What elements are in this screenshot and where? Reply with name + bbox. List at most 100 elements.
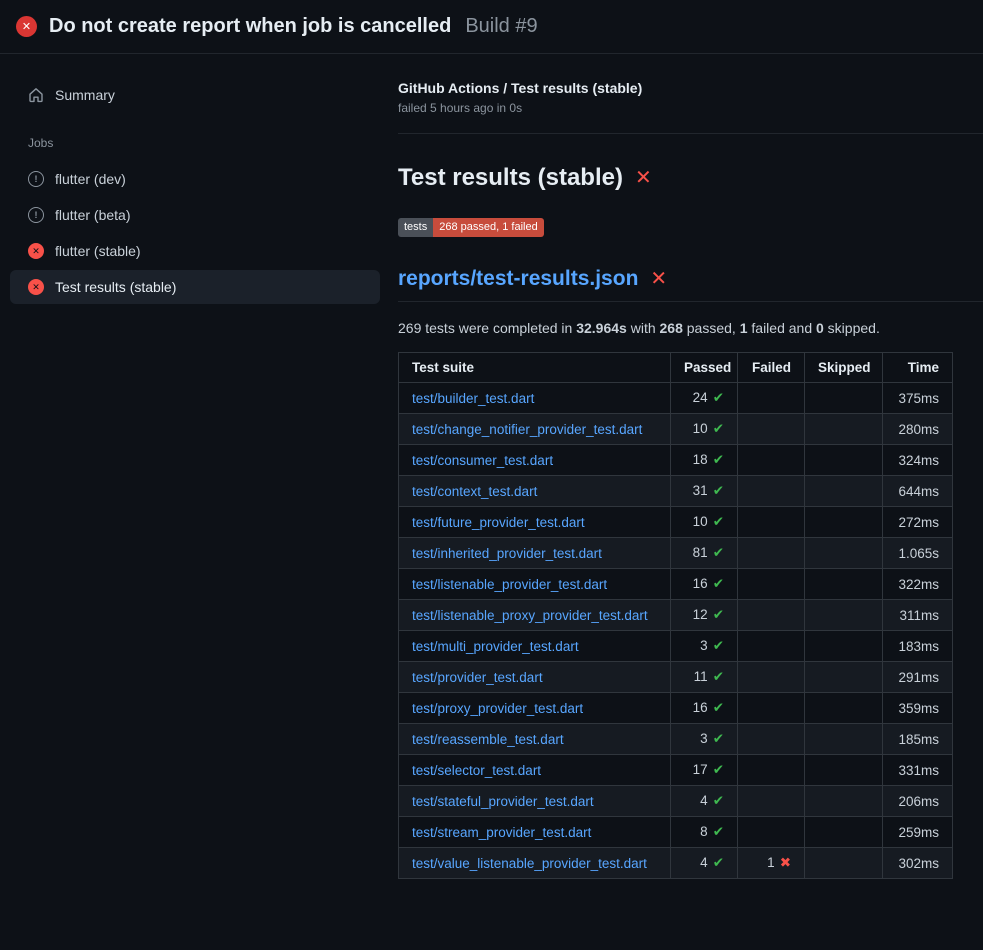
passed-cell-value: 8 [700,824,708,839]
time-cell: 259ms [883,817,953,848]
test-suite-link[interactable]: test/value_listenable_provider_test.dart [412,856,647,871]
main-content: GitHub Actions / Test results (stable) f… [390,54,983,879]
failed-cell [738,445,805,476]
time-cell: 1.065s [883,538,953,569]
sidebar-item-flutter-beta[interactable]: ! flutter (beta) [10,198,380,232]
pass-check-icon: ✔ [713,452,724,467]
skipped-cell [805,414,883,445]
passed-cell: 31✔ [671,476,738,507]
header-divider [398,133,983,134]
pass-check-icon: ✔ [713,514,724,529]
test-suite-link[interactable]: test/change_notifier_provider_test.dart [412,422,642,437]
table-row: test/change_notifier_provider_test.dart 1… [399,414,953,445]
test-suite-link[interactable]: test/inherited_provider_test.dart [412,546,602,561]
column-header-skipped: Skipped [805,353,883,383]
test-suite-link[interactable]: test/listenable_provider_test.dart [412,577,607,592]
skipped-cell [805,817,883,848]
test-suite-link[interactable]: test/listenable_proxy_provider_test.dart [412,608,648,623]
test-suite-link[interactable]: test/selector_test.dart [412,763,541,778]
section-title: Test results (stable) [398,164,623,192]
time-cell: 324ms [883,445,953,476]
job-cancelled-icon: ! [28,207,44,223]
test-suite-link[interactable]: test/stream_provider_test.dart [412,825,591,840]
test-suite-cell: test/listenable_provider_test.dart [399,569,671,600]
table-row: test/value_listenable_provider_test.dart… [399,848,953,879]
report-file-link[interactable]: reports/test-results.json [398,267,638,291]
summary-text: 269 tests were completed in [398,320,576,336]
jobs-heading: Jobs [0,114,390,160]
sidebar-item-flutter-stable[interactable]: ✕ flutter (stable) [10,234,380,268]
skipped-cell [805,693,883,724]
run-header: ✕ Do not create report when job is cance… [0,0,983,54]
fail-cross-icon: ✖ [780,855,791,870]
failed-cell [738,724,805,755]
results-table-header-row: Test suitePassedFailedSkippedTime [399,353,953,383]
time-cell: 311ms [883,600,953,631]
pass-check-icon: ✔ [713,793,724,808]
passed-cell-value: 10 [693,514,708,529]
passed-cell-value: 24 [693,390,708,405]
passed-cell-value: 12 [693,607,708,622]
passed-cell: 18✔ [671,445,738,476]
test-suite-link[interactable]: test/stateful_provider_test.dart [412,794,594,809]
passed-cell-value: 3 [700,638,708,653]
test-suite-cell: test/builder_test.dart [399,383,671,414]
test-suite-link[interactable]: test/reassemble_test.dart [412,732,564,747]
table-row: test/stream_provider_test.dart8✔259ms [399,817,953,848]
skipped-cell [805,662,883,693]
section-failed-icon: ✕ [635,168,652,188]
test-suite-link[interactable]: test/proxy_provider_test.dart [412,701,583,716]
test-suite-link[interactable]: test/provider_test.dart [412,670,543,685]
column-header-time: Time [883,353,953,383]
pass-check-icon: ✔ [713,700,724,715]
summary-text: failed and [748,320,817,336]
badge-label: tests [398,218,433,237]
passed-cell: 3✔ [671,631,738,662]
test-suite-cell: test/stream_provider_test.dart [399,817,671,848]
failed-cell [738,693,805,724]
table-row: test/context_test.dart31✔644ms [399,476,953,507]
time-cell: 359ms [883,693,953,724]
failed-cell [738,476,805,507]
column-header-failed: Failed [738,353,805,383]
column-header-test-suite: Test suite [399,353,671,383]
failed-cell [738,383,805,414]
summary-passed-count: 268 [660,320,683,336]
pass-check-icon: ✔ [713,545,724,560]
test-suite-cell: test/proxy_provider_test.dart [399,693,671,724]
test-suite-link[interactable]: test/future_provider_test.dart [412,515,585,530]
test-suite-link[interactable]: test/multi_provider_test.dart [412,639,579,654]
passed-cell: 16✔ [671,569,738,600]
results-table-body: test/builder_test.dart24✔375mstest/chang… [399,383,953,879]
failed-cell [738,569,805,600]
sidebar-item-summary[interactable]: Summary [10,78,380,112]
test-suite-link[interactable]: test/consumer_test.dart [412,453,553,468]
passed-cell-value: 4 [700,855,708,870]
skipped-cell [805,538,883,569]
pass-check-icon: ✔ [713,855,724,870]
sidebar-item-test-results-stable[interactable]: ✕ Test results (stable) [10,270,380,304]
sidebar-item-flutter-dev[interactable]: ! flutter (dev) [10,162,380,196]
failed-cell [738,631,805,662]
skipped-cell [805,445,883,476]
job-failed-icon: ✕ [28,279,44,295]
passed-cell: 10 ✔ [671,507,738,538]
pass-check-icon: ✔ [713,762,724,777]
jobs-sidebar: Summary Jobs ! flutter (dev) ! flutter (… [0,54,390,306]
home-icon [28,87,44,103]
summary-text: passed, [683,320,740,336]
passed-cell: 11✔ [671,662,738,693]
passed-cell-value: 81 [693,545,708,560]
test-suite-link[interactable]: test/builder_test.dart [412,391,534,406]
test-suite-cell: test/consumer_test.dart [399,445,671,476]
summary-text: with [627,320,660,336]
passed-cell-value: 10 [693,421,708,436]
table-row: test/builder_test.dart24✔375ms [399,383,953,414]
test-suite-cell: test/change_notifier_provider_test.dart [399,414,671,445]
run-build-number: Build #9 [465,15,537,38]
table-row: test/reassemble_test.dart3✔185ms [399,724,953,755]
test-suite-link[interactable]: test/context_test.dart [412,484,537,499]
time-cell: 185ms [883,724,953,755]
passed-cell-value: 4 [700,793,708,808]
sidebar-item-label: Summary [55,87,115,103]
